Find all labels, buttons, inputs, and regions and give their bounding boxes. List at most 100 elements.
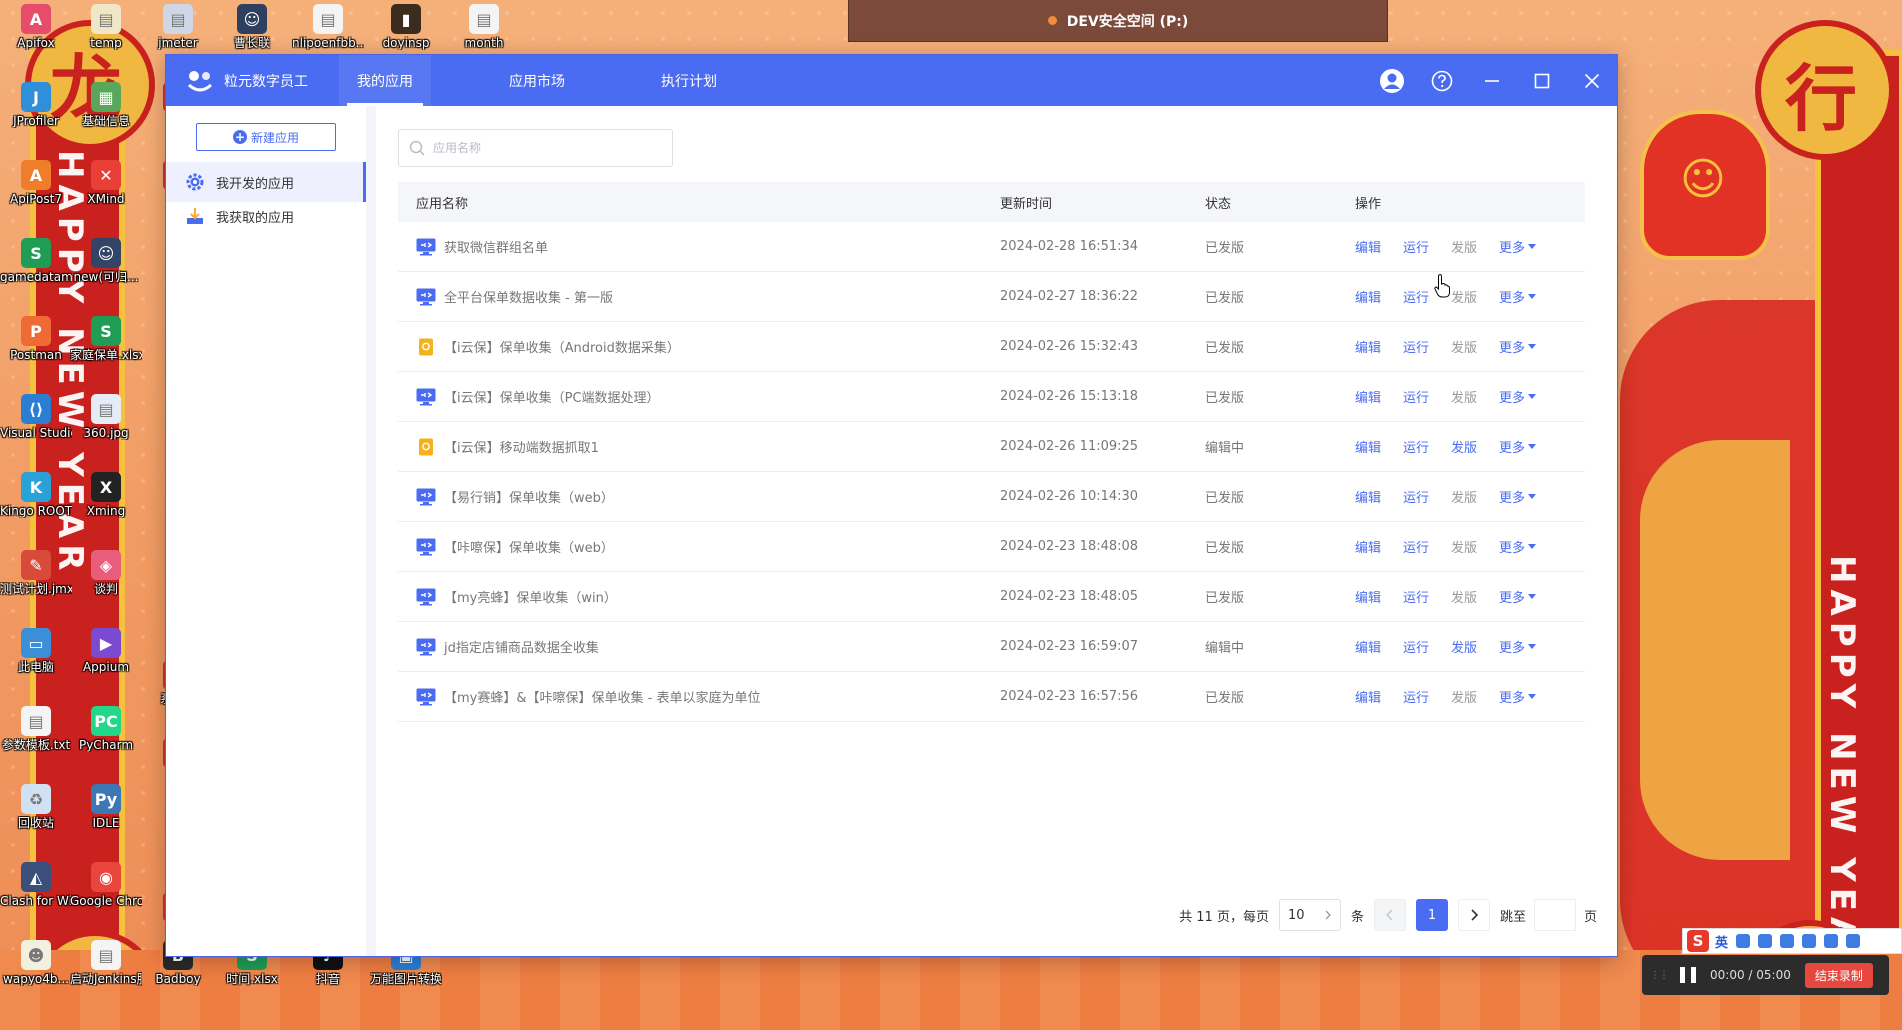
update-time-cell: 2024-02-26 11:09:25 bbox=[1000, 439, 1139, 454]
desktop-icon[interactable]: ▤ nlipoenfbb... bbox=[292, 4, 364, 50]
desktop-icon[interactable]: ▭ 此电脑 bbox=[0, 628, 72, 674]
desktop-icon[interactable]: ▮ doyinsp bbox=[370, 4, 442, 50]
more-dropdown[interactable]: 更多 bbox=[1499, 287, 1537, 306]
run-link[interactable]: 运行 bbox=[1403, 487, 1429, 506]
publish-link[interactable]: 发版 bbox=[1451, 687, 1477, 706]
close-button[interactable] bbox=[1567, 55, 1617, 106]
desktop-icon[interactable]: A Apifox bbox=[0, 4, 72, 50]
run-link[interactable]: 运行 bbox=[1403, 387, 1429, 406]
desktop-icon[interactable]: Py IDLE bbox=[70, 784, 142, 830]
more-dropdown[interactable]: 更多 bbox=[1499, 687, 1537, 706]
user-avatar-button[interactable] bbox=[1367, 55, 1417, 106]
pause-icon[interactable] bbox=[1680, 967, 1696, 983]
run-link[interactable]: 运行 bbox=[1403, 437, 1429, 456]
desktop-icon[interactable]: J JProfiler bbox=[0, 82, 72, 128]
desktop-icon[interactable]: ▤ month bbox=[448, 4, 520, 50]
edit-link[interactable]: 编辑 bbox=[1355, 637, 1381, 656]
edit-link[interactable]: 编辑 bbox=[1355, 587, 1381, 606]
edit-link[interactable]: 编辑 bbox=[1355, 487, 1381, 506]
desktop-icon[interactable]: ▤ temp bbox=[70, 4, 142, 50]
page-button-current[interactable]: 1 bbox=[1415, 899, 1448, 931]
more-dropdown[interactable]: 更多 bbox=[1499, 437, 1537, 456]
desktop-icon[interactable]: A ApiPost7 bbox=[0, 160, 72, 206]
desktop-icon[interactable]: S 家庭保单.xlsx bbox=[70, 316, 142, 362]
desktop-icon[interactable]: ▤ 参数模板.txt bbox=[0, 706, 72, 752]
desktop-icon[interactable]: ◈ 谈判 bbox=[70, 550, 142, 596]
edit-link[interactable]: 编辑 bbox=[1355, 287, 1381, 306]
dev-space-bar[interactable]: DEV安全空间 (P:) bbox=[848, 0, 1388, 42]
drag-handle-icon[interactable]: ⋮⋮ bbox=[1650, 970, 1669, 981]
nav-my-apps[interactable]: 我的应用 bbox=[339, 55, 431, 106]
publish-link[interactable]: 发版 bbox=[1451, 337, 1477, 356]
publish-link[interactable]: 发版 bbox=[1451, 237, 1477, 256]
prev-page-button[interactable] bbox=[1373, 899, 1406, 931]
edit-link[interactable]: 编辑 bbox=[1355, 687, 1381, 706]
desktop-icon[interactable]: ✕ XMind bbox=[70, 160, 142, 206]
search-input[interactable] bbox=[433, 141, 653, 155]
more-dropdown[interactable]: 更多 bbox=[1499, 487, 1537, 506]
more-label: 更多 bbox=[1499, 291, 1526, 306]
jump-unit: 页 bbox=[1583, 909, 1597, 925]
minimize-button[interactable] bbox=[1467, 55, 1517, 106]
more-dropdown[interactable]: 更多 bbox=[1499, 387, 1537, 406]
desktop-icon[interactable]: ✎ 测试计划.jmx bbox=[0, 550, 72, 596]
sidebar-item-my-acquired[interactable]: 我获取的应用 bbox=[166, 196, 366, 236]
run-link[interactable]: 运行 bbox=[1403, 337, 1429, 356]
run-link[interactable]: 运行 bbox=[1403, 687, 1429, 706]
more-dropdown[interactable]: 更多 bbox=[1499, 587, 1537, 606]
more-dropdown[interactable]: 更多 bbox=[1499, 537, 1537, 556]
desktop-icon[interactable]: ▶ Appium bbox=[70, 628, 142, 674]
edit-link[interactable]: 编辑 bbox=[1355, 537, 1381, 556]
desktop-icon[interactable]: ▤ 启动Jenkins服务.bat bbox=[70, 940, 142, 986]
edit-link[interactable]: 编辑 bbox=[1355, 237, 1381, 256]
nav-app-market[interactable]: 应用市场 bbox=[491, 55, 583, 106]
more-dropdown[interactable]: 更多 bbox=[1499, 237, 1537, 256]
caret-down-icon bbox=[1528, 444, 1537, 449]
desktop-icon[interactable]: K Kingo ROOT bbox=[0, 472, 72, 518]
search-box[interactable] bbox=[398, 129, 673, 167]
desktop-icon[interactable]: ◭ Clash for Windows... bbox=[0, 862, 72, 908]
desktop-icon[interactable]: Sgamedatam... bbox=[0, 238, 72, 284]
new-app-button[interactable]: + 新建应用 bbox=[196, 123, 336, 151]
desktop-icon[interactable]: ☺ new(可归... bbox=[70, 238, 142, 284]
nav-exec-plan[interactable]: 执行计划 bbox=[643, 55, 735, 106]
publish-link[interactable]: 发版 bbox=[1451, 537, 1477, 556]
desktop-icon[interactable]: ◉ Google Chrome bbox=[70, 862, 142, 908]
desktop-icon[interactable]: ⟨⟩ Visual Studio Code bbox=[0, 394, 72, 440]
more-dropdown[interactable]: 更多 bbox=[1499, 337, 1537, 356]
edit-link[interactable]: 编辑 bbox=[1355, 337, 1381, 356]
desktop-icon[interactable]: ▦ 基础信息 bbox=[70, 82, 142, 128]
more-dropdown[interactable]: 更多 bbox=[1499, 637, 1537, 656]
publish-link[interactable]: 发版 bbox=[1451, 287, 1477, 306]
run-link[interactable]: 运行 bbox=[1403, 237, 1429, 256]
table-body: 获取微信群组名单 2024-02-28 16:51:34 已发版 编辑 运行 发版 更多 全平… bbox=[398, 222, 1585, 722]
jump-page-input[interactable] bbox=[1533, 899, 1576, 931]
app-shortcut-icon: ▤ bbox=[313, 4, 343, 34]
run-link[interactable]: 运行 bbox=[1403, 637, 1429, 656]
sogou-icon: S bbox=[1687, 930, 1709, 952]
publish-link[interactable]: 发版 bbox=[1451, 587, 1477, 606]
ime-toolbar[interactable]: S 英 bbox=[1682, 928, 1902, 954]
next-page-button[interactable] bbox=[1457, 899, 1490, 931]
run-link[interactable]: 运行 bbox=[1403, 537, 1429, 556]
desktop-icon[interactable]: ☺ 曹长联 bbox=[216, 4, 288, 50]
help-button[interactable] bbox=[1417, 55, 1467, 106]
desktop-icon[interactable]: ▤ 360.jpg bbox=[70, 394, 142, 440]
desktop-icon[interactable]: X Xming bbox=[70, 472, 142, 518]
publish-link[interactable]: 发版 bbox=[1451, 437, 1477, 456]
edit-link[interactable]: 编辑 bbox=[1355, 387, 1381, 406]
desktop-icon[interactable]: ♻ 回收站 bbox=[0, 784, 72, 830]
publish-link[interactable]: 发版 bbox=[1451, 637, 1477, 656]
desktop-icon[interactable]: P Postman bbox=[0, 316, 72, 362]
run-link[interactable]: 运行 bbox=[1403, 287, 1429, 306]
run-link[interactable]: 运行 bbox=[1403, 587, 1429, 606]
desktop-icon[interactable]: ☻ wapyo4b... bbox=[0, 940, 72, 986]
desktop-icon[interactable]: PC PyCharm bbox=[70, 706, 142, 752]
stop-recording-button[interactable]: 结束录制 bbox=[1804, 962, 1873, 988]
publish-link[interactable]: 发版 bbox=[1451, 487, 1477, 506]
publish-link[interactable]: 发版 bbox=[1451, 387, 1477, 406]
maximize-button[interactable] bbox=[1517, 55, 1567, 106]
edit-link[interactable]: 编辑 bbox=[1355, 437, 1381, 456]
desktop-icon[interactable]: ▤ jmeter bbox=[142, 4, 214, 50]
page-size-select[interactable]: 10 bbox=[1278, 899, 1341, 931]
